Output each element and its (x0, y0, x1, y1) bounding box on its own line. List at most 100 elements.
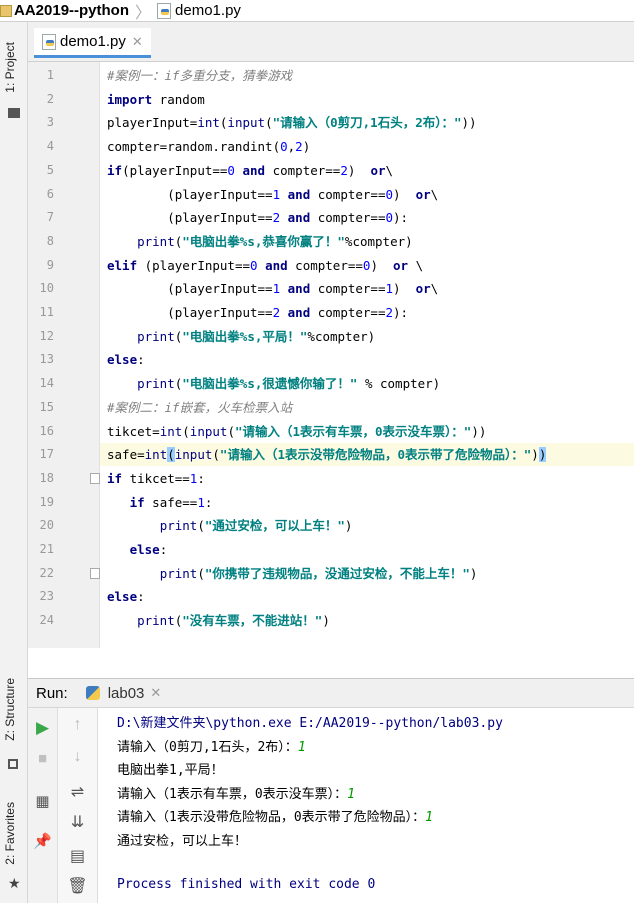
code-token: \ (430, 281, 439, 297)
code-line[interactable]: tikcet=int(input("请输入（1表示有车票，0表示没车票）：")) (107, 420, 486, 443)
structure-tool-button[interactable]: Z: Structure (3, 678, 17, 741)
code-token: : (204, 494, 213, 510)
close-icon[interactable]: ✕ (150, 685, 161, 701)
favorites-tool-button[interactable]: 2: Favorites (3, 802, 17, 865)
code-token: ) (370, 257, 394, 273)
code-line[interactable]: if safe==1: (107, 491, 213, 514)
code-token: else (107, 589, 138, 605)
code-line[interactable]: safe=int(input("请输入（1表示没带危险物品，0表示带了危险物品）… (107, 443, 547, 466)
code-token: 2 (295, 139, 303, 155)
code-token: ( (227, 423, 235, 439)
code-token: 0 (385, 186, 394, 202)
fold-marker-icon[interactable] (90, 567, 100, 579)
code-token: or (415, 281, 431, 297)
code-line[interactable]: #案例二：if嵌套，火车检票入站 (107, 396, 292, 419)
python-file-icon (42, 33, 56, 50)
code-line[interactable]: else: (107, 585, 145, 608)
code-token: (playerInput== (107, 281, 273, 297)
code-line[interactable]: print("电脑出拳%s,恭喜你赢了！"%compter) (107, 230, 413, 253)
code-line[interactable]: (playerInput==2 and compter==0): (107, 206, 408, 229)
code-token: ) (531, 447, 539, 463)
run-tab-lab03[interactable]: lab03 ✕ (85, 685, 161, 702)
code-token: (playerInput== (107, 186, 273, 202)
console-line: D:\新建文件夹\python.exe E:/AA2019--python/la… (117, 712, 503, 731)
code-line[interactable]: compter=random.randint(0,2) (107, 135, 310, 158)
code-token: "你携带了违规物品，没通过安检，不能上车！" (204, 565, 470, 581)
print-icon[interactable]: ▤ (58, 846, 97, 866)
scroll-to-end-icon[interactable]: ⇊ (58, 812, 97, 832)
console-line: 请输入（1表示有车票，0表示没车票）：1 (117, 783, 355, 802)
code-line[interactable]: import random (107, 88, 205, 111)
code-line[interactable]: playerInput=int(input("请输入（0剪刀,1石头，2布）："… (107, 111, 477, 134)
code-line[interactable]: if tikcet==1: (107, 467, 205, 490)
code-token: print (137, 328, 175, 344)
code-line[interactable]: (playerInput==2 and compter==2): (107, 301, 408, 324)
breadcrumb-project[interactable]: AA2019--python (0, 2, 129, 19)
code-token: input (174, 447, 213, 463)
code-token: int (197, 115, 220, 131)
line-number: 18 (39, 470, 54, 485)
code-token: elif (107, 257, 138, 273)
line-number: 14 (39, 376, 54, 391)
breadcrumb-separator: 〉 (135, 4, 152, 22)
code-token: or (415, 186, 431, 202)
code-line[interactable]: else: (107, 348, 145, 371)
code-token: if (107, 470, 123, 486)
code-line[interactable]: if(playerInput==0 and compter==2) or\ (107, 159, 393, 182)
line-number: 22 (39, 565, 54, 580)
line-number: 6 (46, 186, 54, 201)
code-line[interactable]: #案例一：if多重分支，猜拳游戏 (107, 64, 292, 87)
code-token: "没有车票，不能进站！" (182, 613, 323, 629)
code-line[interactable]: (playerInput==1 and compter==0) or\ (107, 183, 438, 206)
code-line[interactable]: print("电脑出拳%s,很遗憾你输了！" % compter) (107, 372, 440, 395)
project-tool-button[interactable]: 1: Project (3, 42, 17, 93)
code-token: compter== (310, 210, 386, 226)
code-token: print (159, 518, 198, 534)
layout-icon[interactable]: ▦ (28, 792, 57, 810)
arrow-down-icon[interactable]: ↓ (58, 748, 97, 766)
code-token: (playerInput== (122, 162, 228, 178)
code-line[interactable]: print("通过安检，可以上车！") (107, 514, 353, 537)
code-line[interactable]: elif (playerInput==0 and compter==0) or … (107, 254, 423, 277)
code-token: 0 (385, 210, 394, 226)
code-token: and (287, 210, 311, 226)
code-token: ( (182, 423, 190, 439)
stop-icon[interactable]: ■ (28, 750, 57, 767)
soft-wrap-icon[interactable]: ⇌ (58, 782, 97, 802)
console-text: D:\新建文件夹\python.exe E:/AA2019--python/la… (117, 716, 503, 731)
trash-icon[interactable]: 🗑 (58, 876, 97, 896)
run-console[interactable]: D:\新建文件夹\python.exe E:/AA2019--python/la… (98, 708, 634, 903)
line-number: 17 (39, 447, 54, 462)
arrow-up-icon[interactable]: ↑ (58, 716, 97, 734)
code-token: else (107, 352, 138, 368)
code-token: (playerInput== (107, 305, 273, 320)
code-token: : (137, 352, 145, 368)
pin-icon[interactable]: 📌 (28, 832, 57, 850)
play-icon[interactable]: ▶ (28, 718, 57, 738)
code-line[interactable]: print("你携带了违规物品，没通过安检，不能上车！") (107, 562, 478, 585)
code-line[interactable]: print("电脑出拳%s,平局！"%compter) (107, 325, 375, 348)
code-token: )) (471, 423, 487, 439)
close-icon[interactable]: ✕ (132, 34, 143, 50)
breadcrumb-file[interactable]: demo1.py (157, 2, 241, 19)
code-editor[interactable]: 1 2 3 4 5 6 7 8 9 10 11 12 13 14 15 16 17 18 19 20 21 22 23 24 … (28, 62, 634, 648)
code-line[interactable]: else: (107, 538, 168, 561)
fold-marker-icon[interactable] (90, 472, 100, 484)
tab-demo1[interactable]: demo1.py ✕ (34, 28, 151, 58)
code-token: ) (393, 281, 416, 297)
line-number: 9 (46, 257, 54, 272)
code-token: compter== (287, 257, 363, 273)
code-line[interactable]: (playerInput==1 and compter==1) or\ (107, 277, 438, 300)
code-token: and (287, 305, 311, 320)
code-token: int (144, 447, 168, 463)
code-token: : (137, 589, 145, 605)
breadcrumb: AA2019--python 〉 demo1.py (0, 0, 634, 22)
code-line[interactable]: print("没有车票，不能进站！") (107, 609, 330, 632)
code-token: compter== (265, 162, 341, 178)
line-number: 19 (39, 494, 54, 509)
console-line: Process finished with exit code 0 (117, 877, 375, 892)
